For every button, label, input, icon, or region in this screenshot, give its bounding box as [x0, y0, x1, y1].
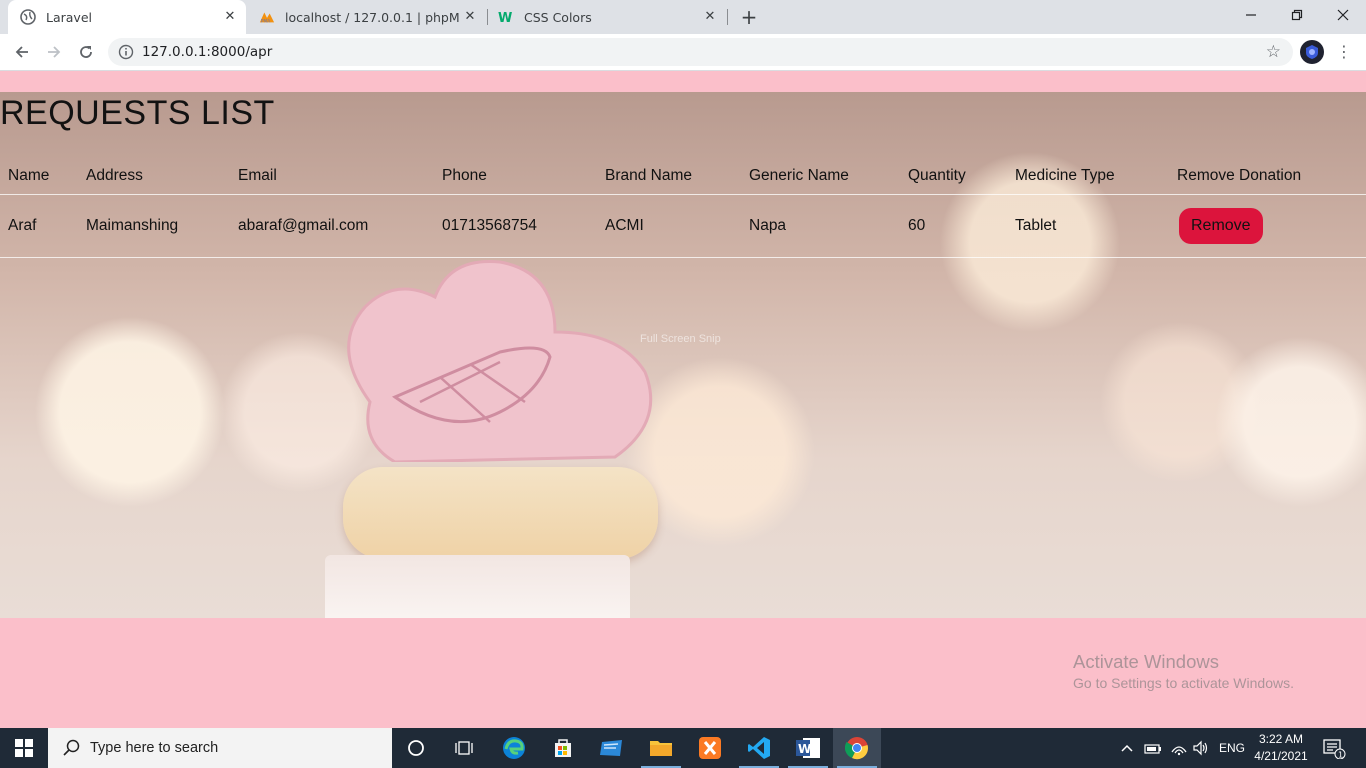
globe-icon — [20, 9, 36, 25]
clock-time: 3:22 AM — [1258, 732, 1304, 746]
back-icon[interactable] — [10, 40, 34, 64]
phpmyadmin-icon: PMA — [259, 9, 275, 25]
cell-medicine-type: Tablet — [1007, 194, 1169, 258]
header-address: Address — [78, 158, 230, 195]
cortana-icon[interactable] — [392, 728, 440, 768]
search-icon — [62, 738, 82, 758]
xampp-icon[interactable] — [686, 728, 734, 768]
show-hidden-icons[interactable] — [1120, 728, 1134, 768]
language-indicator[interactable]: ENG — [1219, 728, 1245, 768]
cell-phone: 01713568754 — [434, 194, 597, 258]
url-text[interactable]: 127.0.0.1:8000/apr — [142, 44, 272, 60]
svg-text:W: W — [498, 11, 512, 24]
activate-windows-watermark: Activate Windows Go to Settings to activ… — [1073, 651, 1294, 691]
remove-button[interactable]: Remove — [1179, 208, 1263, 244]
new-tab-button[interactable]: + — [737, 5, 761, 29]
bookmark-star-icon[interactable]: ☆ — [1266, 42, 1281, 62]
header-email: Email — [230, 158, 434, 195]
browser-menu-icon[interactable]: ⋮ — [1336, 42, 1352, 62]
page-title: REQUESTS LIST — [0, 94, 275, 132]
cell-email: abaraf@gmail.com — [230, 194, 434, 258]
battery-icon[interactable] — [1144, 728, 1162, 768]
tab-phpmyadmin[interactable]: PMA localhost / 127.0.0.1 | phpMyAdm ✕ — [248, 0, 486, 34]
svg-text:PMA: PMA — [261, 18, 271, 24]
tab-css-colors[interactable]: W CSS Colors ✕ — [488, 0, 726, 34]
chrome-icon[interactable] — [833, 728, 881, 768]
file-explorer-icon[interactable] — [637, 728, 685, 768]
w3schools-icon: W — [498, 9, 514, 25]
clock-date: 4/21/2021 — [1254, 749, 1308, 763]
header-phone: Phone — [434, 158, 597, 195]
mail-icon[interactable] — [588, 728, 636, 768]
header-remove-donation: Remove Donation — [1169, 158, 1366, 195]
minimize-icon[interactable] — [1228, 0, 1274, 30]
close-tab-icon[interactable]: ✕ — [702, 9, 718, 25]
browser-tab-strip: Laravel ✕ PMA localhost / 127.0.0.1 | ph… — [0, 0, 1366, 34]
svg-text:W: W — [798, 742, 811, 756]
base-candy-image — [325, 555, 630, 618]
header-name: Name — [0, 158, 78, 195]
reload-icon[interactable] — [74, 40, 98, 64]
forward-icon[interactable] — [42, 40, 66, 64]
notification-count: 1 — [1338, 751, 1343, 760]
cell-address: Maimanshing — [78, 194, 230, 258]
address-bar[interactable]: 127.0.0.1:8000/apr ☆ — [108, 38, 1293, 66]
requests-table: Name Address Email Phone Brand Name Gene… — [0, 158, 1366, 258]
table-row: Araf Maimanshing abaraf@gmail.com 017135… — [0, 194, 1366, 258]
edge-icon[interactable] — [490, 728, 538, 768]
watermark-subtitle: Go to Settings to activate Windows. — [1073, 675, 1294, 691]
page-top-band — [0, 71, 1366, 92]
notifications-icon[interactable]: 1 — [1322, 728, 1346, 768]
cell-generic-name: Napa — [741, 194, 900, 258]
close-tab-icon[interactable]: ✕ — [462, 9, 478, 25]
tab-separator — [727, 9, 728, 25]
volume-icon[interactable] — [1192, 728, 1210, 768]
tab-title: localhost / 127.0.0.1 | phpMyAdm — [285, 9, 460, 25]
site-info-icon[interactable] — [118, 44, 134, 60]
heart-candy-image — [347, 259, 653, 462]
windows-start-icon[interactable] — [0, 728, 48, 768]
close-window-icon[interactable] — [1320, 0, 1366, 30]
tab-laravel[interactable]: Laravel ✕ — [8, 0, 246, 34]
tab-title: Laravel — [46, 9, 92, 25]
browser-toolbar: 127.0.0.1:8000/apr ☆ — [0, 34, 1366, 71]
profile-avatar[interactable] — [1300, 40, 1324, 64]
header-brand-name: Brand Name — [597, 158, 741, 195]
task-view-icon[interactable] — [440, 728, 488, 768]
cell-quantity: 60 — [900, 194, 1007, 258]
tab-title: CSS Colors — [524, 9, 592, 25]
table-header-row: Name Address Email Phone Brand Name Gene… — [0, 158, 1366, 195]
windows-taskbar: Type here to search W ENG 3:22 AM 4/21/2… — [0, 728, 1366, 768]
wifi-icon[interactable] — [1170, 728, 1188, 768]
header-generic-name: Generic Name — [741, 158, 900, 195]
word-icon[interactable]: W — [784, 728, 832, 768]
round-candy-image — [343, 467, 658, 559]
header-medicine-type: Medicine Type — [1007, 158, 1169, 195]
cell-name: Araf — [0, 194, 78, 258]
search-placeholder: Type here to search — [90, 740, 219, 756]
restore-icon[interactable] — [1274, 0, 1320, 30]
store-icon[interactable] — [539, 728, 587, 768]
cell-remove: Remove — [1169, 194, 1366, 258]
close-tab-icon[interactable]: ✕ — [222, 9, 238, 25]
watermark-title: Activate Windows — [1073, 651, 1219, 672]
vscode-icon[interactable] — [735, 728, 783, 768]
header-quantity: Quantity — [900, 158, 1007, 195]
taskbar-clock[interactable]: 3:22 AM 4/21/2021 — [1249, 731, 1313, 765]
snip-overlay-text: Full Screen Snip — [640, 333, 721, 345]
taskbar-search-box[interactable]: Type here to search — [48, 728, 392, 768]
cell-brand-name: ACMI — [597, 194, 741, 258]
